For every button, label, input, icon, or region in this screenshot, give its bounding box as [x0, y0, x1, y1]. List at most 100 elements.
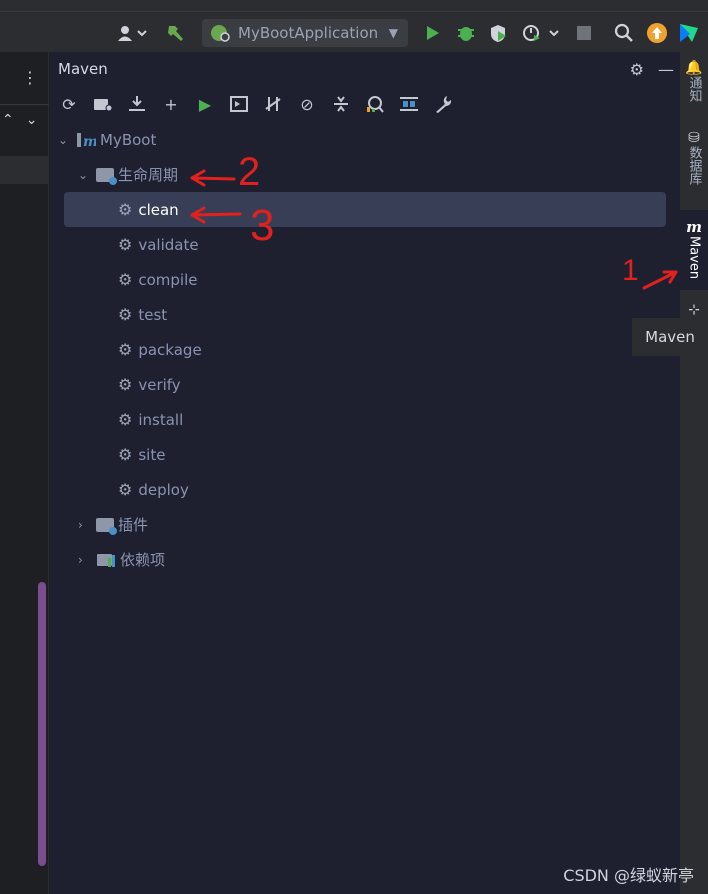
lifecycle-folder-icon: [96, 167, 117, 185]
build-hammer-icon[interactable]: [166, 18, 186, 48]
coverage-icon[interactable]: [488, 18, 508, 48]
update-icon[interactable]: [646, 18, 668, 48]
minimize-icon[interactable]: —: [658, 60, 674, 79]
search-icon[interactable]: [614, 18, 634, 48]
run-maven-build-icon[interactable]: ▶: [194, 93, 216, 115]
expand-collapse-arrows-icon[interactable]: ⌃⌄: [2, 112, 49, 128]
selected-row-fragment: [0, 156, 49, 184]
tree-node-project[interactable]: ⌄ m MyBoot: [50, 122, 680, 157]
goal-label: clean: [138, 200, 179, 219]
chevron-down-icon: ▼: [388, 26, 398, 40]
goal-label: install: [138, 410, 184, 429]
tree-node-goal-verify[interactable]: ⚙ verify: [50, 367, 680, 402]
chevron-right-icon[interactable]: ›: [78, 553, 90, 567]
goal-gear-icon: ⚙: [118, 340, 133, 359]
database-tab[interactable]: ⛁ 数据库: [680, 130, 708, 185]
goal-gear-icon: ⚙: [118, 270, 133, 289]
annotation-arrow-1: 1: [622, 254, 678, 290]
goal-label: package: [138, 340, 202, 359]
title-strip: [0, 0, 708, 12]
maven-toolbar: ⟳ + ▶ ⊘: [50, 86, 680, 122]
right-tool-strip: 🔔 通知 ⛁ 数据库 m Maven ⊹: [680, 52, 708, 894]
goal-gear-icon: ⚙: [118, 235, 133, 254]
database-label: 数据库: [686, 146, 702, 185]
goal-label: verify: [138, 375, 181, 394]
annotation-label: 2: [238, 150, 260, 190]
tree-node-dependencies[interactable]: › 依赖项: [50, 542, 680, 577]
divider: [0, 104, 49, 105]
user-icon[interactable]: [116, 18, 148, 48]
maven-tab[interactable]: m Maven: [680, 210, 708, 290]
tree-node-goal-validate[interactable]: ⚙ validate: [50, 227, 680, 262]
tree-node-goal-clean[interactable]: ⚙ clean: [64, 192, 666, 227]
maven-panel-title: Maven: [58, 60, 108, 78]
dependencies-icon: [97, 553, 115, 567]
generate-sources-folder-icon[interactable]: [92, 93, 114, 115]
notifications-label: 通知: [686, 76, 702, 102]
tree-node-goal-package[interactable]: ⚙ package: [50, 332, 680, 367]
download-icon[interactable]: [126, 93, 148, 115]
debug-bug-icon[interactable]: [456, 18, 476, 48]
chevron-right-icon[interactable]: ›: [78, 518, 90, 532]
main-toolbar: MyBootApplication ▼: [0, 0, 708, 52]
run-configuration-label: MyBootApplication: [238, 24, 379, 42]
chevron-down-icon[interactable]: ⌄: [78, 168, 90, 182]
add-icon[interactable]: +: [160, 93, 182, 115]
annotation-arrow-2: 2: [190, 150, 260, 190]
profiler-icon[interactable]: [522, 18, 562, 48]
tree-node-lifecycle[interactable]: ⌄ 生命周期: [50, 157, 680, 192]
jetbrains-logo-icon[interactable]: [678, 18, 700, 48]
execute-goal-icon[interactable]: [228, 93, 250, 115]
maven-tooltip: Maven: [632, 318, 708, 356]
annotation-arrow-3: 3: [190, 201, 274, 247]
goal-gear-icon: ⚙: [118, 480, 133, 499]
goal-gear-icon: ⚙: [118, 305, 133, 324]
maven-settings-wrench-icon[interactable]: [432, 93, 454, 115]
collapse-all-icon[interactable]: [330, 93, 352, 115]
notifications-tab[interactable]: 🔔 通知: [680, 60, 708, 102]
reload-icon[interactable]: ⟳: [58, 93, 80, 115]
skip-tests-icon[interactable]: ⊘: [296, 93, 318, 115]
goal-gear-icon: ⚙: [118, 200, 133, 219]
goal-label: test: [138, 305, 168, 324]
maven-m-icon: m: [686, 218, 702, 236]
goal-gear-icon: ⚙: [118, 445, 133, 464]
maven-header: Maven ⚙ —: [50, 52, 680, 86]
goal-gear-icon: ⚙: [118, 410, 133, 429]
tree-node-goal-install[interactable]: ⚙ install: [50, 402, 680, 437]
tree-node-label: MyBoot: [100, 130, 157, 149]
svg-text:m: m: [83, 134, 96, 149]
tree-node-goal-compile[interactable]: ⚙ compile: [50, 262, 680, 297]
maven-tool-window: Maven ⚙ — ⟳ + ▶ ⊘ ⌄ MyBoot ⌄ 生命周期 ⚙ clea…: [50, 52, 680, 894]
analyze-dependencies-icon[interactable]: [364, 93, 386, 115]
structure-tab[interactable]: ⊹: [680, 302, 708, 318]
tree-node-label: 依赖项: [120, 551, 166, 569]
more-options-icon[interactable]: ⋮: [22, 68, 38, 87]
annotation-label: 1: [622, 254, 639, 287]
goal-label: site: [138, 445, 166, 464]
tree-node-label: 插件: [118, 516, 149, 534]
maven-project-icon: m: [77, 132, 96, 149]
settings-gear-icon[interactable]: ⚙: [630, 60, 644, 79]
annotation-label: 3: [250, 201, 274, 247]
stop-icon[interactable]: [576, 18, 592, 48]
left-tool-panel: ⋮ ⌃⌄: [0, 52, 49, 894]
tree-node-goal-deploy[interactable]: ⚙ deploy: [50, 472, 680, 507]
maven-tab-label: Maven: [686, 236, 702, 280]
database-icon: ⛁: [688, 130, 700, 146]
toggle-offline-icon[interactable]: [262, 93, 284, 115]
goal-label: deploy: [138, 480, 189, 499]
tree-node-goal-site[interactable]: ⚙ site: [50, 437, 680, 472]
run-configuration-select[interactable]: MyBootApplication ▼: [202, 19, 408, 47]
plugins-folder-icon: [96, 517, 117, 535]
bell-icon: 🔔: [685, 60, 703, 76]
tree-node-plugins[interactable]: › 插件: [50, 507, 680, 542]
goal-gear-icon: ⚙: [118, 375, 133, 394]
chevron-down-icon[interactable]: ⌄: [58, 133, 70, 147]
tree-node-goal-test[interactable]: ⚙ test: [50, 297, 680, 332]
run-icon[interactable]: [424, 18, 440, 48]
scrollbar[interactable]: [38, 582, 46, 866]
show-diagram-icon[interactable]: [398, 93, 420, 115]
spring-boot-icon: [211, 25, 230, 42]
structure-icon: ⊹: [688, 302, 700, 318]
